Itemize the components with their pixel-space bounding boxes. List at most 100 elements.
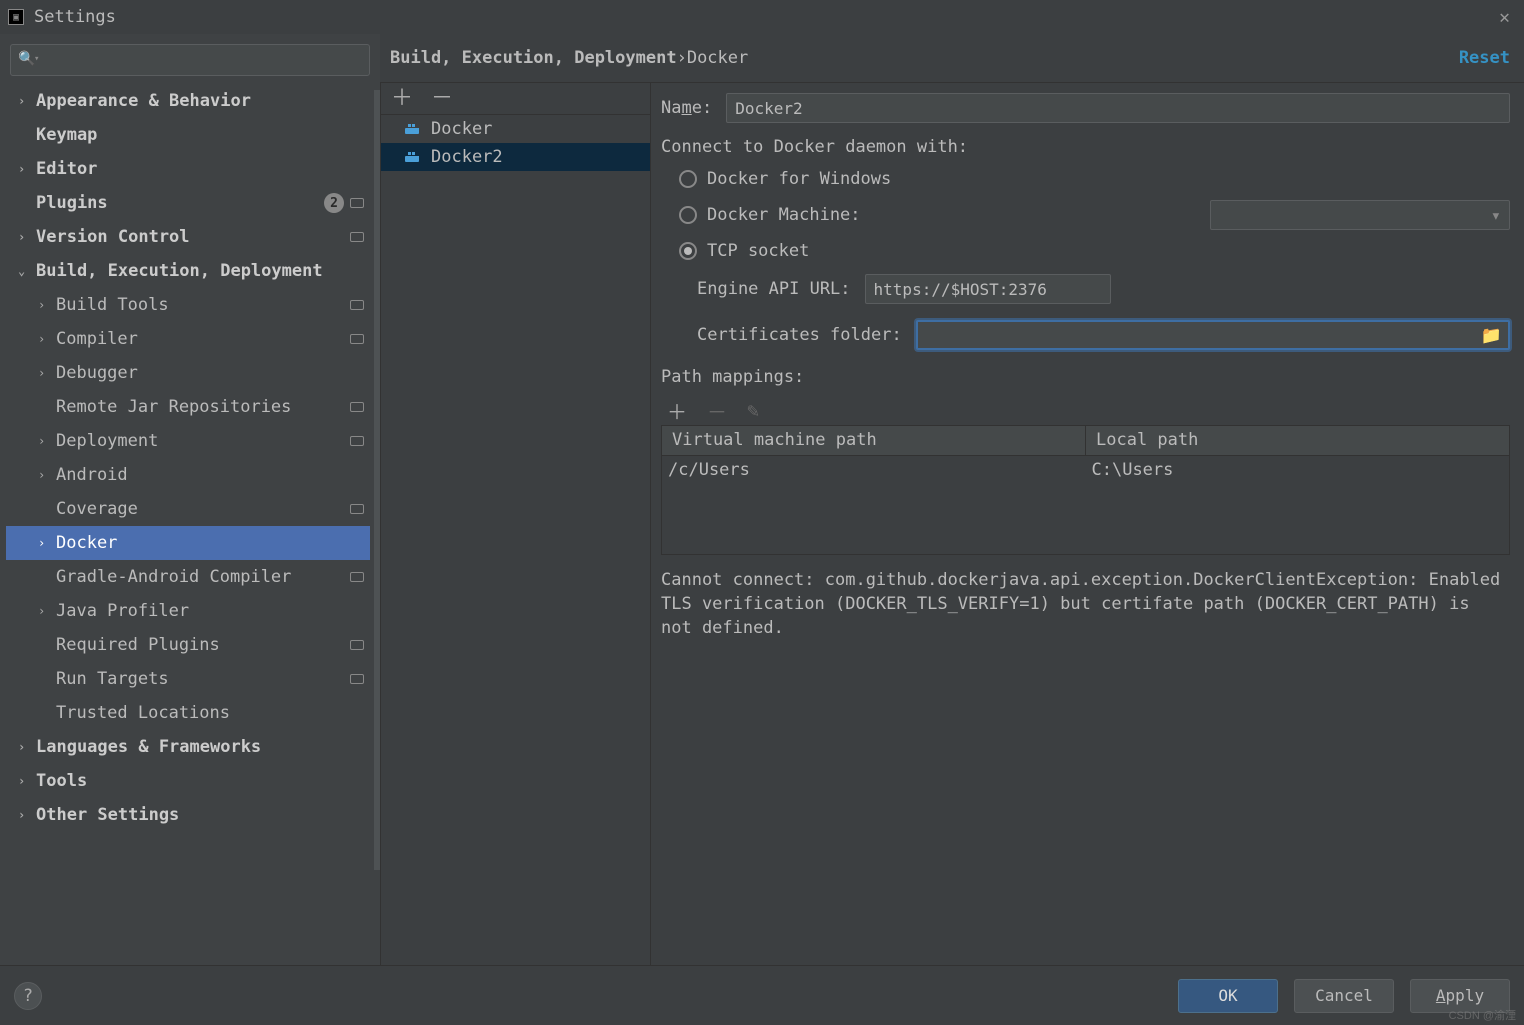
sidebar-item-android[interactable]: ›Android: [6, 458, 370, 492]
sidebar-item-build-tools[interactable]: ›Build Tools: [6, 288, 370, 322]
radio-docker-machine[interactable]: Docker Machine:: [661, 197, 1510, 233]
chevron-icon: ›: [38, 434, 56, 448]
tree-item-label: Debugger: [56, 363, 138, 383]
radio-docker-windows[interactable]: Docker for Windows: [661, 161, 1510, 197]
project-scope-icon: [350, 674, 364, 684]
tree-item-label: Compiler: [56, 329, 138, 349]
add-path-icon[interactable]: ＋: [667, 396, 687, 425]
config-list[interactable]: Docker Docker2: [381, 115, 650, 965]
tree-item-label: Appearance & Behavior: [36, 91, 251, 111]
tree-item-label: Build Tools: [56, 295, 169, 315]
table-row[interactable]: /c/Users C:\Users: [662, 456, 1509, 486]
path-mappings-label: Path mappings:: [661, 367, 1510, 387]
connect-section-label: Connect to Docker daemon with:: [661, 137, 1510, 157]
ok-button[interactable]: OK: [1178, 979, 1278, 1013]
tree-item-label: Required Plugins: [56, 635, 220, 655]
radio-icon[interactable]: [679, 170, 697, 188]
sidebar-item-version-control[interactable]: ›Version Control: [6, 220, 370, 254]
name-label: Name:: [661, 98, 712, 118]
tree-item-label: Keymap: [36, 125, 97, 145]
tree-item-label: Editor: [36, 159, 97, 179]
config-item-label: Docker: [431, 119, 492, 139]
engine-url-label: Engine API URL:: [697, 279, 851, 299]
tree-item-label: Deployment: [56, 431, 158, 451]
dialog-footer: ? OK Cancel Apply: [0, 965, 1524, 1025]
chevron-icon: ›: [18, 808, 36, 822]
chevron-icon: ›: [18, 162, 36, 176]
sidebar-item-keymap[interactable]: Keymap: [6, 118, 370, 152]
radio-icon[interactable]: [679, 206, 697, 224]
sidebar-item-run-targets[interactable]: Run Targets: [6, 662, 370, 696]
config-item-docker2[interactable]: Docker2: [381, 143, 650, 171]
sidebar-item-editor[interactable]: ›Editor: [6, 152, 370, 186]
tree-item-label: Gradle-Android Compiler: [56, 567, 291, 587]
chevron-icon: ›: [38, 366, 56, 380]
edit-path-icon[interactable]: ✎: [747, 398, 759, 422]
breadcrumb-separator: ›: [677, 48, 687, 68]
remove-path-icon[interactable]: －: [707, 396, 727, 425]
config-item-docker[interactable]: Docker: [381, 115, 650, 143]
tree-item-label: Java Profiler: [56, 601, 189, 621]
project-scope-icon: [350, 232, 364, 242]
chevron-icon: ›: [38, 332, 56, 346]
sidebar-item-languages-frameworks[interactable]: ›Languages & Frameworks: [6, 730, 370, 764]
sidebar-item-other-settings[interactable]: ›Other Settings: [6, 798, 370, 832]
sidebar-item-tools[interactable]: ›Tools: [6, 764, 370, 798]
scrollbar[interactable]: [374, 90, 380, 870]
settings-tree[interactable]: ›Appearance & BehaviorKeymap›EditorPlugi…: [6, 84, 374, 965]
sidebar-item-trusted-locations[interactable]: Trusted Locations: [6, 696, 370, 730]
project-scope-icon: [350, 572, 364, 582]
help-button[interactable]: ?: [14, 982, 42, 1010]
path-mappings-table[interactable]: Virtual machine path Local path /c/Users…: [661, 425, 1510, 555]
sidebar-item-gradle-android-compiler[interactable]: Gradle-Android Compiler: [6, 560, 370, 594]
details-panel: Name: Connect to Docker daemon with: Doc…: [650, 82, 1524, 965]
engine-url-input[interactable]: [865, 274, 1111, 304]
certs-folder-label: Certificates folder:: [697, 325, 902, 345]
project-scope-icon: [350, 334, 364, 344]
sidebar-item-debugger[interactable]: ›Debugger: [6, 356, 370, 390]
browse-folder-icon[interactable]: 📁: [1481, 326, 1502, 346]
tree-item-label: Trusted Locations: [56, 703, 230, 723]
reset-link[interactable]: Reset: [1459, 48, 1510, 68]
sidebar-item-build-execution-deployment[interactable]: ⌄Build, Execution, Deployment: [6, 254, 370, 288]
name-input[interactable]: [726, 93, 1510, 123]
col-local-path: Local path: [1086, 426, 1509, 455]
chevron-icon: ›: [18, 230, 36, 244]
search-input[interactable]: [10, 44, 370, 76]
cancel-button[interactable]: Cancel: [1294, 979, 1394, 1013]
breadcrumb: Build, Execution, Deployment › Docker Re…: [380, 34, 1524, 82]
tree-item-label: Tools: [36, 771, 87, 791]
tree-item-label: Build, Execution, Deployment: [36, 261, 323, 281]
breadcrumb-root: Build, Execution, Deployment: [390, 48, 677, 68]
remove-config-icon[interactable]: －: [431, 88, 453, 110]
search-history-icon[interactable]: ▾: [34, 54, 39, 64]
tree-item-label: Languages & Frameworks: [36, 737, 261, 757]
project-scope-icon: [350, 402, 364, 412]
sidebar-item-required-plugins[interactable]: Required Plugins: [6, 628, 370, 662]
docker-machine-select[interactable]: [1210, 200, 1510, 230]
sidebar-item-coverage[interactable]: Coverage: [6, 492, 370, 526]
sidebar-item-remote-jar-repositories[interactable]: Remote Jar Repositories: [6, 390, 370, 424]
close-icon[interactable]: ✕: [1493, 7, 1516, 28]
sidebar-item-java-profiler[interactable]: ›Java Profiler: [6, 594, 370, 628]
titlebar: ▣ Settings ✕: [0, 0, 1524, 34]
tree-item-label: Remote Jar Repositories: [56, 397, 291, 417]
project-scope-icon: [350, 436, 364, 446]
sidebar-item-docker[interactable]: ›Docker: [6, 526, 370, 560]
docker-icon: [405, 150, 423, 164]
radio-icon[interactable]: [679, 242, 697, 260]
sidebar: 🔍 ▾ ›Appearance & BehaviorKeymap›EditorP…: [0, 34, 380, 965]
project-scope-icon: [350, 300, 364, 310]
sidebar-item-plugins[interactable]: Plugins2: [6, 186, 370, 220]
tree-item-label: Other Settings: [36, 805, 179, 825]
tree-item-label: Plugins: [36, 193, 108, 213]
add-config-icon[interactable]: ＋: [391, 88, 413, 110]
connection-error-text: Cannot connect: com.github.dockerjava.ap…: [661, 569, 1510, 640]
certs-folder-input[interactable]: [916, 320, 1510, 350]
col-vm-path: Virtual machine path: [662, 426, 1086, 455]
sidebar-item-appearance-behavior[interactable]: ›Appearance & Behavior: [6, 84, 370, 118]
sidebar-item-compiler[interactable]: ›Compiler: [6, 322, 370, 356]
radio-tcp-socket[interactable]: TCP socket: [661, 233, 1510, 269]
sidebar-item-deployment[interactable]: ›Deployment: [6, 424, 370, 458]
breadcrumb-current: Docker: [687, 48, 748, 68]
